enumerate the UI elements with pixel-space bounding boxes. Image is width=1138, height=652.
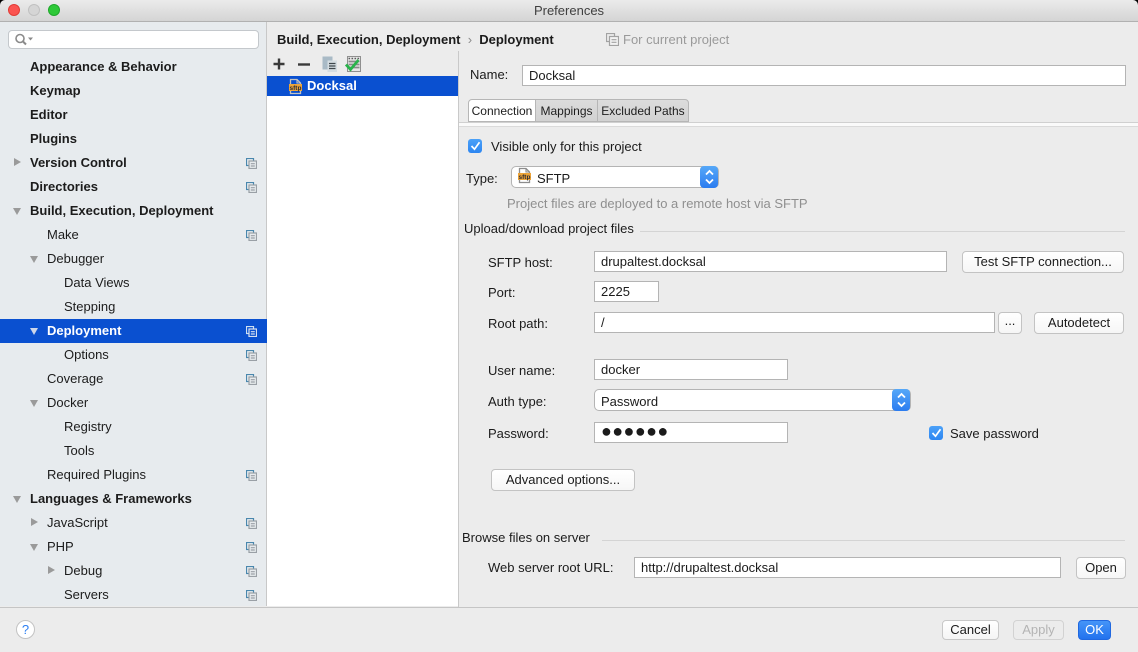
- svg-text:sftp: sftp: [290, 85, 302, 92]
- svg-text:sftp: sftp: [519, 174, 531, 181]
